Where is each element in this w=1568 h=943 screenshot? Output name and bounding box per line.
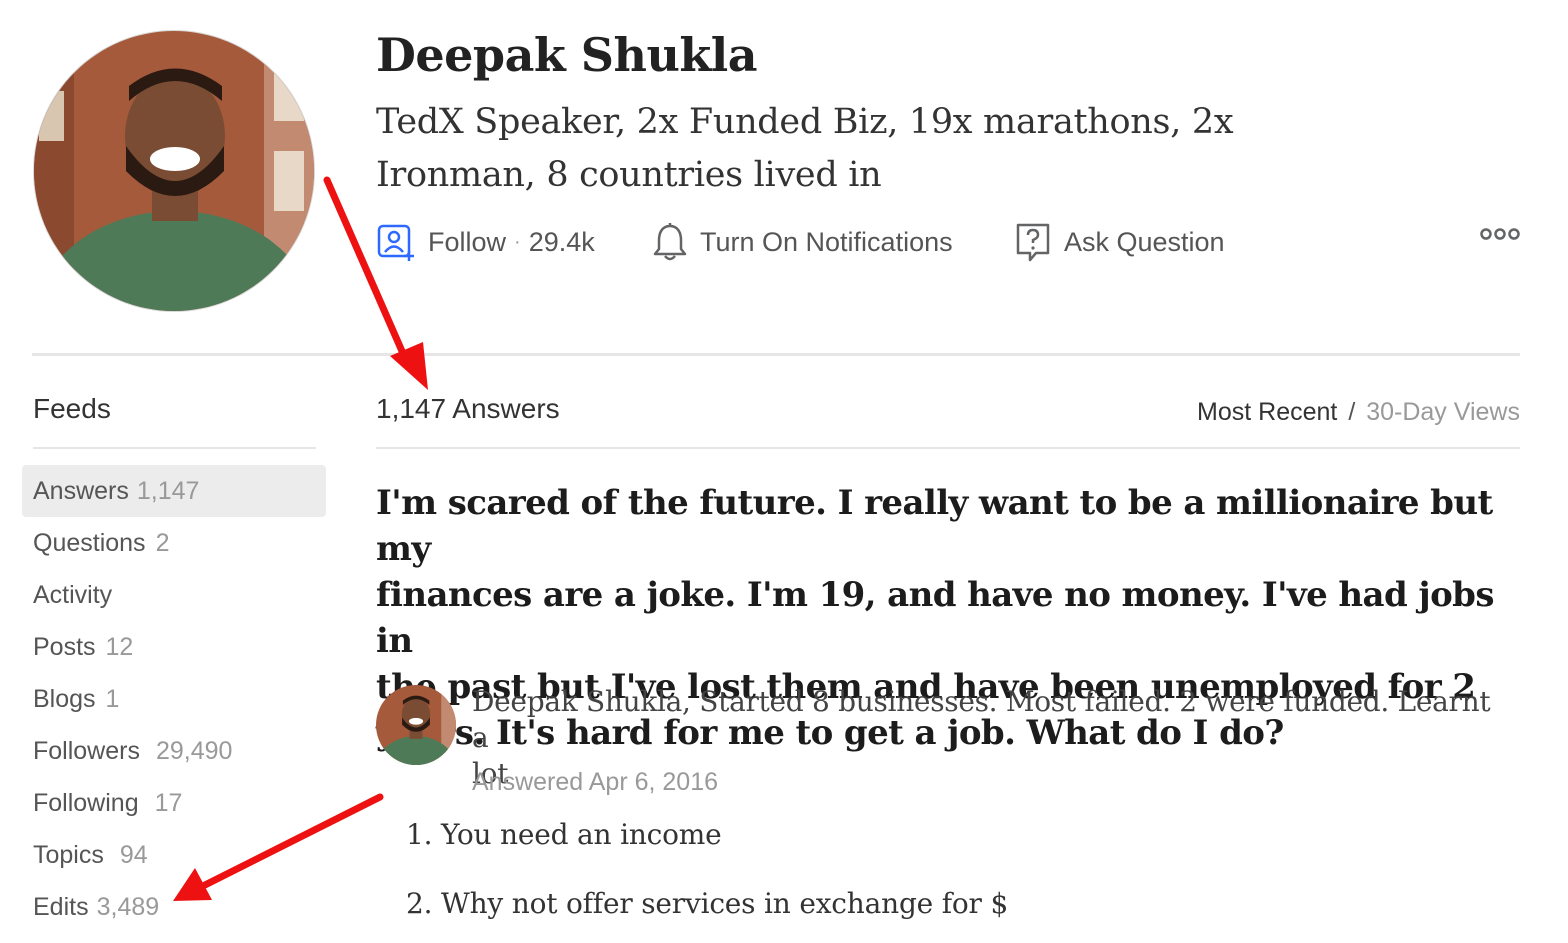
answer-author-avatar[interactable] bbox=[376, 685, 456, 765]
question-line: finances are a joke. I'm 19, and have no… bbox=[376, 575, 1494, 661]
sidebar-item-count: 12 bbox=[105, 632, 134, 661]
sidebar-item-label: Activity bbox=[33, 580, 113, 609]
profile-tagline: TedX Speaker, 2x Funded Biz, 19x maratho… bbox=[376, 96, 1276, 202]
sidebar-item-count: 17 bbox=[154, 788, 183, 817]
answer-text-line: 2. Why not offer services in exchange fo… bbox=[406, 887, 1009, 920]
sidebar-item-count: 94 bbox=[119, 840, 148, 869]
profile-avatar[interactable] bbox=[33, 30, 315, 312]
sidebar-item-followers[interactable]: Followers 29,490 bbox=[22, 725, 326, 777]
sidebar-item-posts[interactable]: Posts 12 bbox=[22, 621, 326, 673]
sort-controls: Most Recent / 30-Day Views bbox=[1197, 398, 1520, 427]
sidebar-item-answers[interactable]: Answers 1,147 bbox=[22, 465, 326, 517]
profile-name: Deepak Shukla bbox=[376, 28, 758, 82]
sidebar-item-label: Following bbox=[33, 788, 139, 817]
sort-separator: / bbox=[1348, 398, 1356, 426]
sidebar-item-label: Questions bbox=[33, 528, 146, 557]
sidebar-item-count: 29,490 bbox=[155, 736, 233, 765]
sidebar-item-count: 1 bbox=[105, 684, 120, 713]
question-bubble-icon bbox=[1016, 223, 1050, 262]
tagline-line: Ironman, 8 countries lived in bbox=[376, 155, 882, 195]
sidebar-item-blogs[interactable]: Blogs 1 bbox=[22, 673, 326, 725]
notifications-button[interactable]: Turn On Notifications bbox=[652, 218, 953, 266]
feeds-divider bbox=[33, 447, 316, 449]
bell-icon bbox=[653, 223, 687, 261]
sidebar-item-count: 3,489 bbox=[96, 892, 160, 921]
follow-user-icon bbox=[377, 224, 414, 261]
more-icon bbox=[1480, 228, 1520, 240]
sidebar-item-activity[interactable]: Activity bbox=[22, 569, 326, 621]
profile-actions: Follow · 29.4k Turn On Notifications Ask… bbox=[376, 218, 1521, 266]
sidebar-item-edits[interactable]: Edits 3,489 bbox=[22, 881, 326, 933]
sidebar-item-label: Answers bbox=[33, 476, 129, 505]
separator-dot: · bbox=[514, 230, 521, 253]
header-divider bbox=[32, 353, 1520, 356]
answered-date[interactable]: Answered Apr 6, 2016 bbox=[472, 768, 718, 797]
sidebar-item-label: Posts bbox=[33, 632, 96, 661]
sidebar-item-following[interactable]: Following 17 bbox=[22, 777, 326, 829]
sidebar-item-label: Blogs bbox=[33, 684, 96, 713]
question-line: I'm scared of the future. I really want … bbox=[376, 483, 1493, 569]
feeds-title: Feeds bbox=[33, 393, 111, 424]
sidebar-item-questions[interactable]: Questions 2 bbox=[22, 517, 326, 569]
sidebar-item-label: Followers bbox=[33, 736, 140, 765]
sidebar-item-count: 1,147 bbox=[136, 476, 200, 505]
sidebar-item-label: Topics bbox=[33, 840, 104, 869]
follow-count: 29.4k bbox=[528, 226, 595, 257]
follow-button[interactable]: Follow · 29.4k bbox=[376, 218, 595, 266]
sort-most-recent[interactable]: Most Recent bbox=[1197, 398, 1337, 426]
annotation-arrow-answers bbox=[323, 176, 428, 390]
ask-question-label: Ask Question bbox=[1064, 226, 1225, 257]
answer-text-line: 1. You need an income bbox=[406, 818, 722, 851]
tagline-line: TedX Speaker, 2x Funded Biz, 19x maratho… bbox=[376, 102, 1234, 142]
more-options-button[interactable] bbox=[1479, 226, 1521, 247]
sort-30-day-views[interactable]: 30-Day Views bbox=[1366, 398, 1520, 426]
credential-line: Deepak Shukla, Started 8 businesses. Mos… bbox=[472, 685, 1491, 754]
sidebar-item-label: Edits bbox=[33, 892, 89, 921]
answers-divider bbox=[376, 447, 1520, 449]
notifications-label: Turn On Notifications bbox=[700, 226, 953, 257]
sidebar-item-topics[interactable]: Topics 94 bbox=[22, 829, 326, 881]
ask-question-button[interactable]: Ask Question bbox=[1014, 218, 1225, 266]
follow-label: Follow bbox=[428, 226, 507, 257]
feed-list: Answers 1,147 Questions 2 Activity Posts… bbox=[22, 465, 326, 933]
answers-heading: 1,147 Answers bbox=[376, 393, 560, 424]
sidebar-item-count: 2 bbox=[155, 528, 170, 557]
